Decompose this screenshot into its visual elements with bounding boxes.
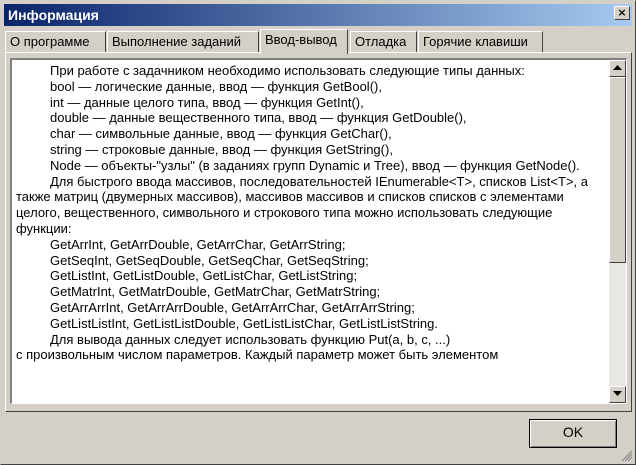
text-line: с произвольным числом параметров. Каждый… (16, 347, 499, 363)
up-arrow-icon (613, 65, 622, 70)
text-line: bool — логические данные, ввод — функция… (50, 78, 382, 94)
tab-about[interactable]: О программе (5, 31, 106, 52)
info-text-area[interactable]: При работе с задачником необходимо испол… (10, 58, 627, 404)
down-arrow-icon (613, 391, 622, 396)
text-line: int — данные целого типа, ввод — функция… (50, 94, 364, 110)
tab-hotkeys[interactable]: Горячие клавиши (418, 31, 543, 52)
text-line: GetSeqInt, GetSeqDouble, GetSeqChar, Get… (50, 252, 369, 268)
text-line: Для быстрого ввода массивов, последовате… (16, 173, 588, 236)
tab-strip: О программе Выполнение заданий Ввод-выво… (5, 29, 625, 54)
text-line: double — данные вещественного типа, ввод… (50, 110, 467, 126)
info-dialog: Информация × О программе Выполнение зада… (0, 0, 636, 465)
text-line: string — строковые данные, ввод — функци… (50, 141, 393, 157)
text-line: GetMatrInt, GetMatrDouble, GetMatrChar, … (50, 284, 381, 300)
scroll-down-button[interactable] (609, 386, 626, 403)
scroll-up-button[interactable] (609, 60, 626, 77)
text-line: char — символьные данные, ввод — функция… (50, 126, 392, 142)
ok-button[interactable]: OK (529, 419, 617, 448)
text-line: При работе с задачником необходимо испол… (50, 63, 525, 78)
text-line: GetListListInt, GetListListDouble, GetLi… (50, 315, 439, 331)
tab-task-execution[interactable]: Выполнение заданий (107, 31, 259, 52)
window-title: Информация (8, 7, 99, 23)
text-line: GetListInt, GetListDouble, GetListChar, … (50, 268, 358, 284)
info-text: При работе с задачником необходимо испол… (16, 63, 606, 363)
text-line: GetArrArrInt, GetArrArrDouble, GetArrArr… (50, 299, 415, 315)
resize-grip-icon[interactable] (621, 450, 633, 462)
scroll-thumb[interactable] (609, 77, 626, 263)
close-button[interactable]: × (614, 6, 630, 20)
tab-panel: При работе с задачником необходимо испол… (5, 52, 632, 412)
vertical-scrollbar[interactable] (609, 60, 626, 403)
close-icon: × (617, 6, 627, 19)
title-bar[interactable]: Информация × (4, 4, 632, 26)
text-line: Для вывода данных следует использовать ф… (50, 331, 451, 347)
tab-input-output[interactable]: Ввод-вывод (260, 29, 348, 54)
text-line: Node — объекты-"узлы" (в заданиях групп … (50, 157, 580, 173)
text-line: GetArrInt, GetArrDouble, GetArrChar, Get… (50, 236, 346, 252)
tab-debugging[interactable]: Отладка (350, 31, 417, 52)
